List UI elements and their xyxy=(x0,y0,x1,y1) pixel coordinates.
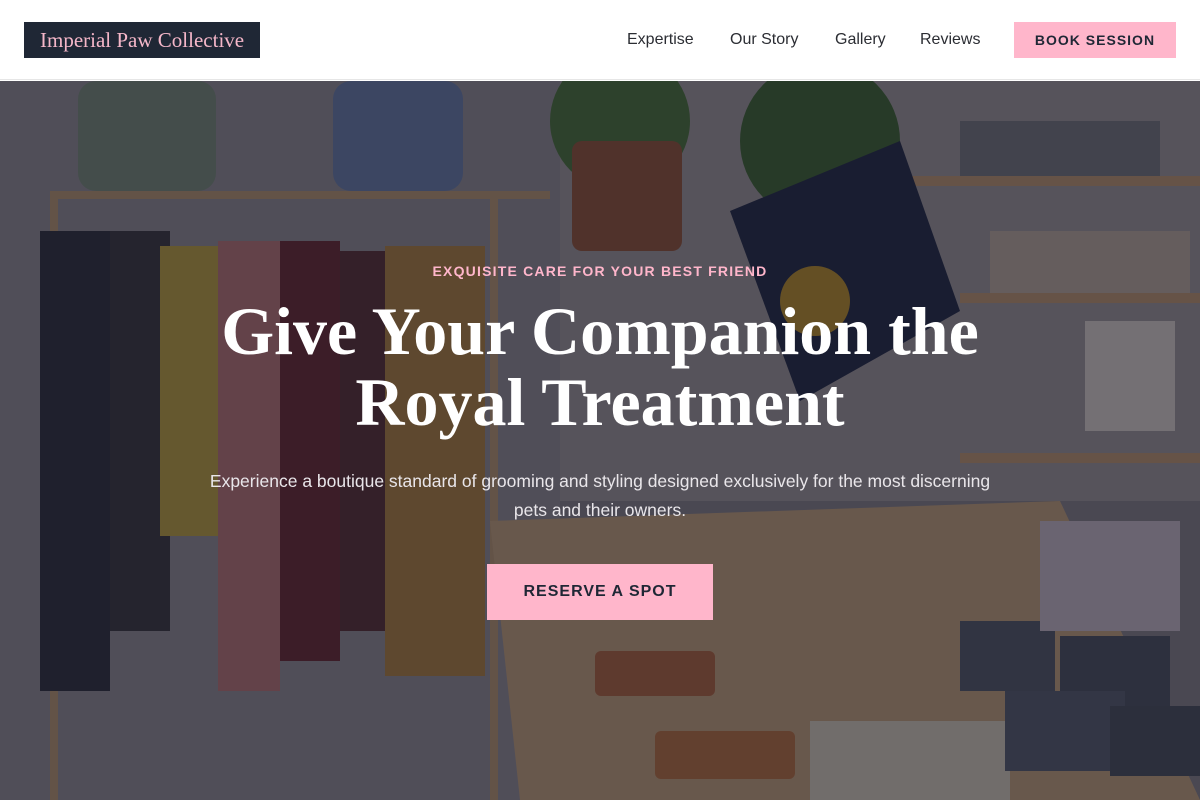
nav-link-reviews[interactable]: Reviews xyxy=(920,29,980,51)
brand-logo[interactable]: Imperial Paw Collective xyxy=(24,22,261,58)
hero-overlay xyxy=(0,81,1200,800)
hero-headline: Give Your Companion the Royal Treatment xyxy=(221,293,979,440)
hero-section: EXQUISITE CARE FOR YOUR BEST FRIEND Give… xyxy=(0,81,1200,800)
nav-link-expertise[interactable]: Expertise xyxy=(627,29,694,51)
hero-subtext: Experience a boutique standard of groomi… xyxy=(209,471,991,520)
book-session-button[interactable]: BOOK SESSION xyxy=(1014,22,1176,58)
hero-eyebrow: EXQUISITE CARE FOR YOUR BEST FRIEND xyxy=(432,263,768,279)
nav-link-gallery[interactable]: Gallery xyxy=(835,29,886,51)
site-header: Imperial Paw Collective Expertise Our St… xyxy=(0,0,1200,80)
reserve-spot-button[interactable]: RESERVE A SPOT xyxy=(487,564,713,620)
nav-link-our-story[interactable]: Our Story xyxy=(730,29,798,51)
